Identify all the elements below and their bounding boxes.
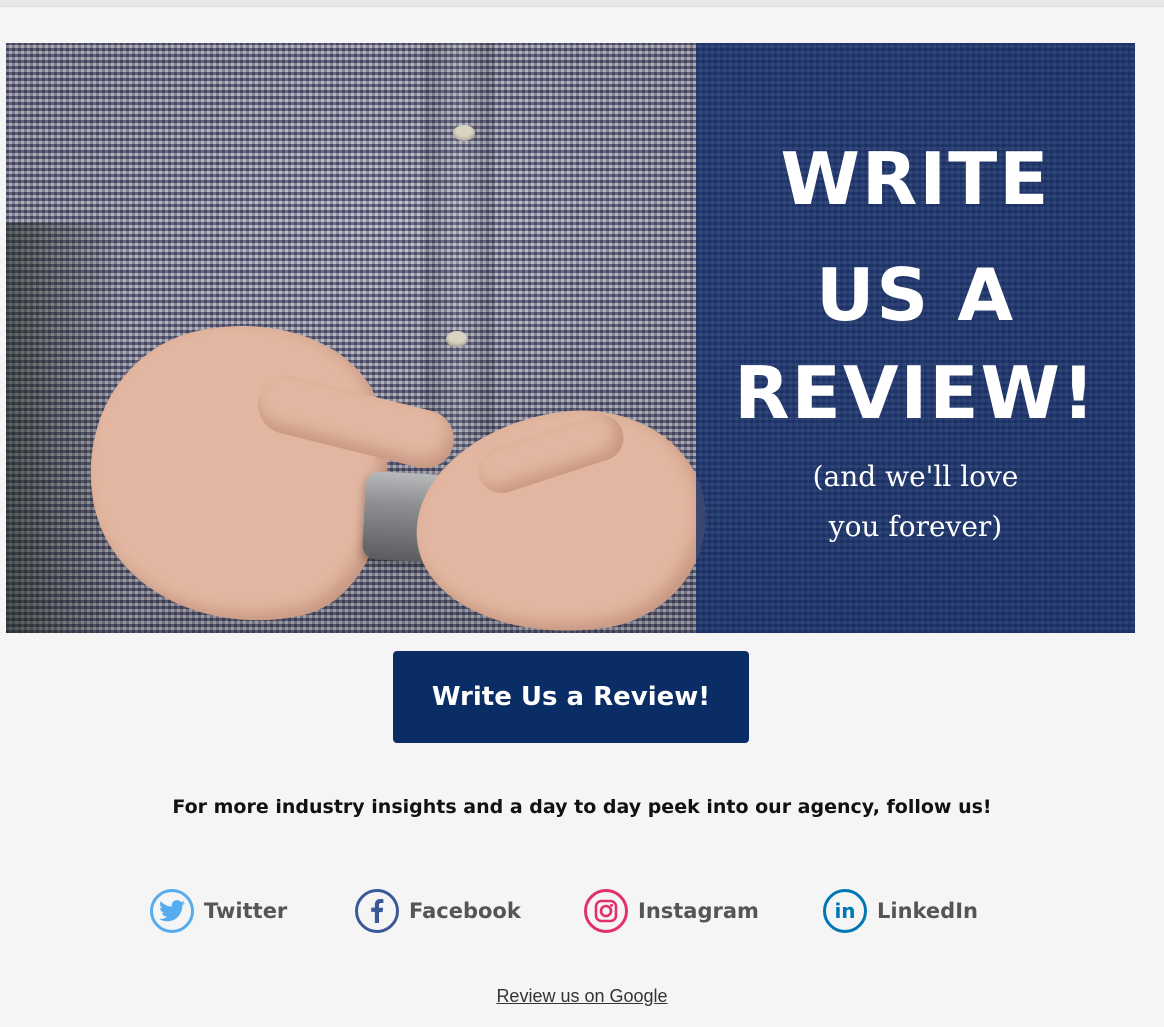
- review-overlay-panel: WRITE US A REVIEW! (and we'll love you f…: [696, 43, 1135, 633]
- headline-line-2: US A: [815, 253, 1016, 337]
- facebook-icon: [355, 889, 399, 933]
- social-links: Twitter Facebook Instagram in LinkedIn: [0, 886, 1164, 936]
- hero-banner-image: WRITE US A REVIEW! (and we'll love you f…: [6, 43, 1135, 633]
- linkedin-link[interactable]: in LinkedIn: [823, 886, 978, 936]
- write-review-button[interactable]: Write Us a Review!: [393, 651, 749, 743]
- instagram-link[interactable]: Instagram: [584, 886, 759, 936]
- shirt-placket: [424, 43, 494, 463]
- facebook-label: Facebook: [409, 899, 521, 923]
- linkedin-icon: in: [823, 889, 867, 933]
- twitter-link[interactable]: Twitter: [150, 886, 287, 936]
- shirt-button: [446, 331, 468, 347]
- twitter-label: Twitter: [204, 899, 288, 923]
- instagram-label: Instagram: [638, 899, 759, 923]
- twitter-icon: [150, 889, 194, 933]
- subline-2: you forever): [828, 510, 1003, 543]
- facebook-link[interactable]: Facebook: [355, 886, 521, 936]
- instagram-icon: [584, 889, 628, 933]
- follow-us-text: For more industry insights and a day to …: [172, 796, 992, 818]
- linkedin-label: LinkedIn: [877, 899, 978, 923]
- headline-line-1: WRITE: [780, 137, 1051, 221]
- shirt-button: [453, 125, 475, 141]
- subline-1: (and we'll love: [812, 460, 1019, 493]
- top-divider: [0, 0, 1164, 7]
- overlay-text: WRITE US A REVIEW! (and we'll love you f…: [696, 43, 1135, 633]
- review-on-google-link[interactable]: Review us on Google: [0, 986, 1164, 1007]
- headline-line-3: REVIEW!: [734, 351, 1097, 435]
